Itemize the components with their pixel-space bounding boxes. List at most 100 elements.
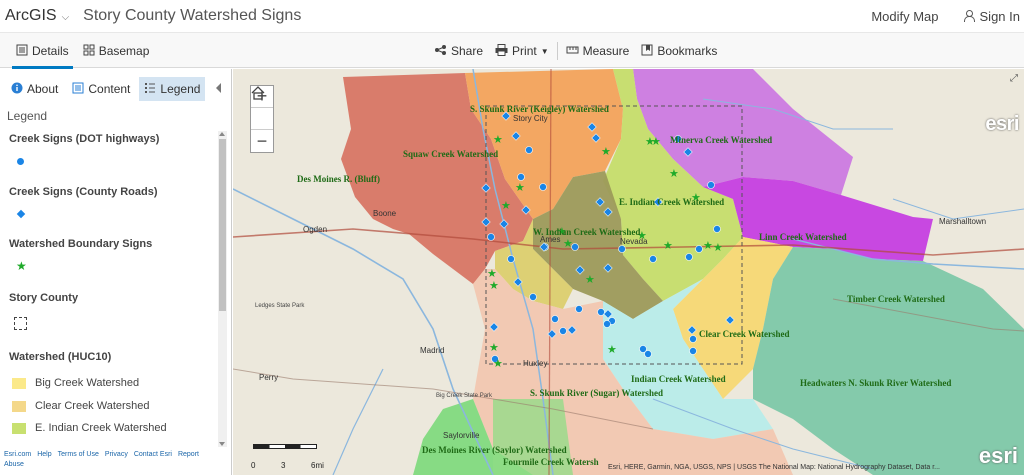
place-label: Ogden [303,225,328,234]
home-button[interactable] [251,86,273,130]
dashed-boundary-symbol [14,317,27,330]
footer-links: Esri.com Help Terms of Use Privacy Contact E… [4,450,214,470]
modify-map-link[interactable]: Modify Map [871,9,938,24]
legend-list: Creek Signs (DOT highways) Creek Signs (… [0,129,218,445]
place-label: Saylorville [443,431,480,440]
tab-about[interactable]: About [6,77,63,101]
map-label: Linn Creek Watershed [759,232,847,242]
map-canvas: ★★★ ★★★ ★★★ ★ ★ ★ ★★★ ★★★ ★★ [233,69,1024,475]
measure-button[interactable]: Measure [566,44,630,59]
print-button[interactable]: Print ▼ [495,43,549,59]
zoom-controls: + − [250,85,274,153]
place-label: Perry [259,373,279,382]
legend-item-label: Big Creek Watershed [35,377,140,389]
legend-heading: Legend [7,109,48,123]
map-view[interactable]: ★ ★ ★ ★ ★ ★ ★ ★ ★ ★ ★ ★ ★ ★ ★ ★ ★ ★ ★ ★ S. Skunk Rive… [233,69,1024,475]
svg-text:★: ★ [703,239,713,252]
place-label: Madrid [420,346,445,355]
content-icon [72,82,84,97]
home-icon [251,86,265,100]
tab-legend-label: Legend [160,82,201,96]
footer-link[interactable]: Terms of Use [58,451,99,458]
tab-details[interactable]: Details [12,33,73,69]
toolbar-divider [556,42,558,60]
map-label: Des Moines River (Saylor) Watershed [422,445,567,455]
scrollbar-thumb[interactable] [219,139,226,311]
app-header: ArcGIS ⌵ Story County Watershed Signs Mo… [0,0,1024,32]
place-label: Ledges State Park [255,303,305,309]
scale-label: 6mi [311,461,324,470]
scroll-up-icon[interactable] [219,132,225,136]
legend-scrollbar[interactable] [218,131,227,447]
svg-text:★: ★ [585,273,595,286]
share-icon [434,44,447,58]
tab-legend[interactable]: Legend [139,77,206,101]
legend-section-watershed: Watershed (HUC10) [9,351,112,363]
map-label: S. Skunk River (Keigley) Watershed [470,104,609,114]
arcgis-menu[interactable]: ArcGIS ⌵ [5,7,69,25]
svg-text:★: ★ [607,343,617,356]
svg-text:★: ★ [493,133,503,146]
footer-link[interactable]: Contact Esri [134,451,172,458]
tab-details-label: Details [32,44,69,58]
place-label: Ames [540,235,561,244]
legend-swatch [12,400,26,412]
map-label: S. Skunk River (Sugar) Watershed [530,388,663,398]
place-label: Story City [513,114,548,123]
place-label: Huxley [523,359,548,368]
measure-label: Measure [582,44,630,58]
info-icon [11,82,23,97]
scale-label: 0 [251,461,256,470]
svg-text:★: ★ [489,279,499,292]
chevron-down-icon: ⌵ [61,11,70,23]
place-label: Big Creek State Park [436,393,493,399]
scale-label: 3 [281,461,286,470]
footer-link[interactable]: Esri.com [4,451,31,458]
bookmarks-button[interactable]: Bookmarks [641,44,717,59]
zoom-out-button[interactable]: − [251,130,273,152]
tab-basemap[interactable]: Basemap [79,33,154,69]
blue-circle-symbol [17,158,24,165]
expand-icon[interactable]: ⤢ [1010,73,1018,84]
tab-content[interactable]: Content [67,77,135,101]
sign-in-link[interactable]: Sign In [963,9,1020,24]
legend-section-county: Story County [9,292,79,304]
map-label: Headwaters N. Skunk River Watershed [800,378,952,388]
map-label: Timber Creek Watershed [847,294,945,304]
legend-item-label: E. Indian Creek Watershed [35,422,167,434]
svg-text:★: ★ [515,181,525,194]
map-label: Minerva Creek Watershed [670,135,773,145]
bookmarks-label: Bookmarks [657,44,718,58]
scroll-down-icon[interactable] [219,442,225,446]
printer-icon [495,43,508,59]
svg-text:★: ★ [601,145,611,158]
sign-in-label: Sign In [979,8,1020,24]
legend-item: Clear Creek Watershed [12,400,150,412]
footer-link[interactable]: Privacy [105,451,128,458]
legend-section-boundary: Watershed Boundary Signs [9,238,153,250]
share-button[interactable]: Share [434,44,483,58]
basemap-icon [83,44,95,59]
scale-bar [253,444,317,449]
svg-text:★: ★ [669,167,679,180]
legend-item: Big Creek Watershed [12,377,139,389]
legend-item-label: Clear Creek Watershed [35,400,150,412]
svg-text:★: ★ [651,135,661,148]
map-label: E. Indian Creek Watershed [619,197,725,207]
toolbar: Details Basemap Share Print ▼ Measure Bo… [0,32,1024,95]
blue-diamond-symbol [16,209,26,219]
share-label: Share [451,44,484,58]
chevron-down-icon: ▼ [540,46,549,56]
footer-link[interactable]: Help [37,451,51,458]
tab-content-label: Content [88,82,131,96]
bookmark-icon [641,44,653,59]
legend-item: E. Indian Creek Watershed [12,422,167,434]
user-icon [963,10,975,22]
collapse-panel-icon[interactable] [216,83,221,93]
map-attribution[interactable]: Esri, HERE, Garmin, NGA, USGS, NPS | USG… [608,464,940,471]
ruler-icon [566,44,579,59]
side-panel: About Content Legend Legend Creek Signs … [0,69,232,475]
svg-text:★: ★ [489,341,499,354]
place-label: Nevada [620,237,648,246]
place-label: Marshalltown [939,217,987,226]
